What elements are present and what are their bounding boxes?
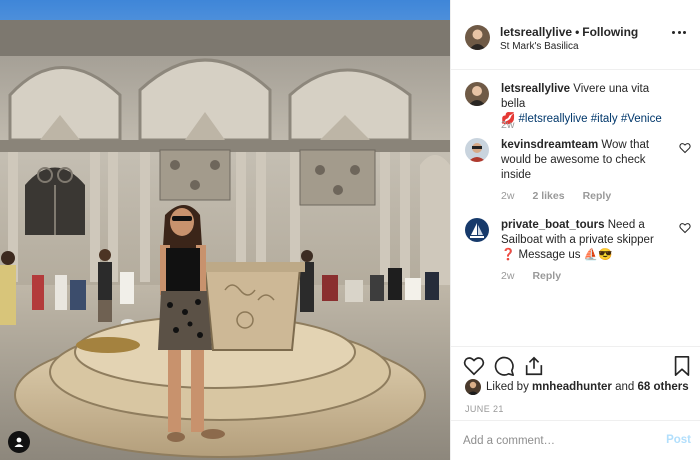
hashtag[interactable]: #letsreallylive (519, 113, 588, 125)
basilica-photo-illustration (0, 0, 450, 460)
caption-item: letsreallylive Vivere una vita bella 💋 #… (465, 82, 691, 142)
share-icon[interactable] (523, 355, 545, 377)
add-comment-bar: Post (451, 420, 700, 460)
caption-text: letsreallylive Vivere una vita bella 💋 #… (501, 82, 671, 127)
post-header: letsreallylive • Following St Mark's Basil… (451, 0, 700, 70)
comment-username[interactable]: kevinsdreamteam (501, 139, 598, 151)
reply-button[interactable]: Reply (532, 270, 561, 282)
avatar[interactable] (465, 25, 490, 50)
action-bar: Liked by mnheadhunter and 68 others JUNE… (451, 346, 700, 420)
avatar[interactable] (465, 82, 489, 106)
liked-others[interactable]: 68 others (638, 381, 689, 393)
more-options-icon[interactable] (672, 31, 686, 37)
separator-dot: • (575, 25, 580, 39)
post-button[interactable]: Post (666, 434, 691, 446)
heart-icon[interactable] (679, 222, 691, 234)
timestamp[interactable]: 2w (501, 119, 514, 131)
comment-item: private_boat_tours Need a Sailboat with … (465, 218, 691, 284)
avatar[interactable] (465, 218, 489, 242)
caption-meta: 2w (501, 119, 514, 131)
sailboat-emoji: ⛵😎 (583, 249, 613, 261)
comment-username[interactable]: private_boat_tours (501, 219, 605, 231)
caption-username[interactable]: letsreallylive (501, 83, 570, 95)
comment-body-2: Message us (518, 249, 581, 261)
liked-prefix: Liked by (486, 381, 529, 393)
comment-text: kevinsdreamteam Wow that would be awesom… (501, 138, 671, 183)
header-username[interactable]: letsreallylive (500, 25, 572, 39)
follow-status[interactable]: Following (582, 25, 638, 39)
location-link[interactable]: St Mark's Basilica (500, 41, 579, 52)
hashtag[interactable]: #italy (591, 113, 618, 125)
user-tag-icon[interactable] (8, 431, 30, 453)
comment-meta: 2w Reply (501, 270, 561, 282)
comment-text: private_boat_tours Need a Sailboat with … (501, 218, 671, 263)
comment-item: kevinsdreamteam Wow that would be awesom… (465, 138, 691, 204)
reply-button[interactable]: Reply (583, 190, 612, 202)
liked-connector: and (615, 381, 635, 393)
header-username-row: letsreallylive • Following (500, 25, 638, 39)
liked-user[interactable]: mnheadhunter (532, 381, 612, 393)
likes-count[interactable]: 2 likes (532, 190, 564, 202)
heart-icon[interactable] (679, 142, 691, 154)
bookmark-icon[interactable] (671, 355, 693, 377)
comments-list[interactable]: letsreallylive Vivere una vita bella 💋 #… (451, 70, 700, 346)
post-photo[interactable] (0, 0, 450, 460)
hashtag[interactable]: #Venice (621, 113, 662, 125)
question-emoji: ❓ (501, 249, 516, 261)
avatar[interactable] (465, 138, 489, 162)
comment-icon[interactable] (493, 355, 515, 377)
liked-by-row: Liked by mnheadhunter and 68 others (465, 379, 689, 395)
comment-input[interactable] (463, 431, 653, 451)
avatar[interactable] (465, 379, 481, 395)
timestamp[interactable]: 2w (501, 190, 514, 202)
comment-meta: 2w 2 likes Reply (501, 190, 611, 202)
post-date[interactable]: JUNE 21 (465, 404, 504, 414)
timestamp[interactable]: 2w (501, 270, 514, 282)
heart-icon[interactable] (463, 355, 485, 377)
post-details-panel: letsreallylive • Following St Mark's Basil… (450, 0, 700, 460)
